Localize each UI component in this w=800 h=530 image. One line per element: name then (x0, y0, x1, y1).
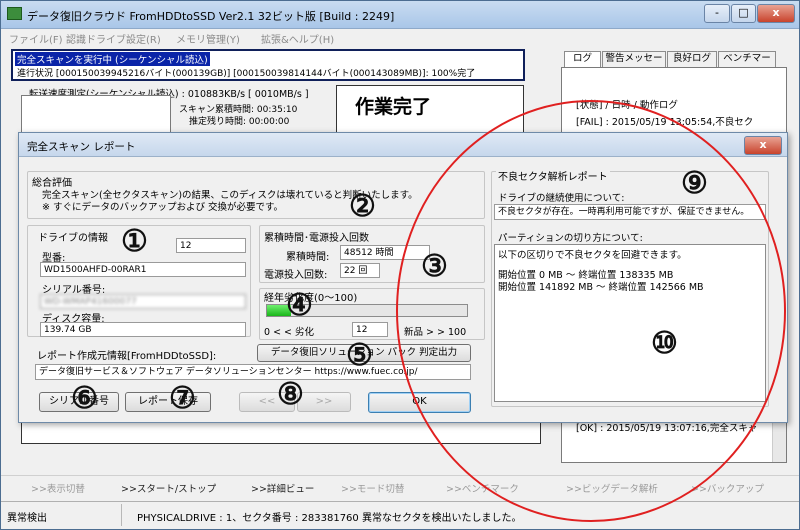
main-window: データ復旧クラウド FromHDDtoSSD Ver2.1 32ビット版 [Bu… (0, 0, 800, 530)
annotation-circle (396, 100, 786, 522)
